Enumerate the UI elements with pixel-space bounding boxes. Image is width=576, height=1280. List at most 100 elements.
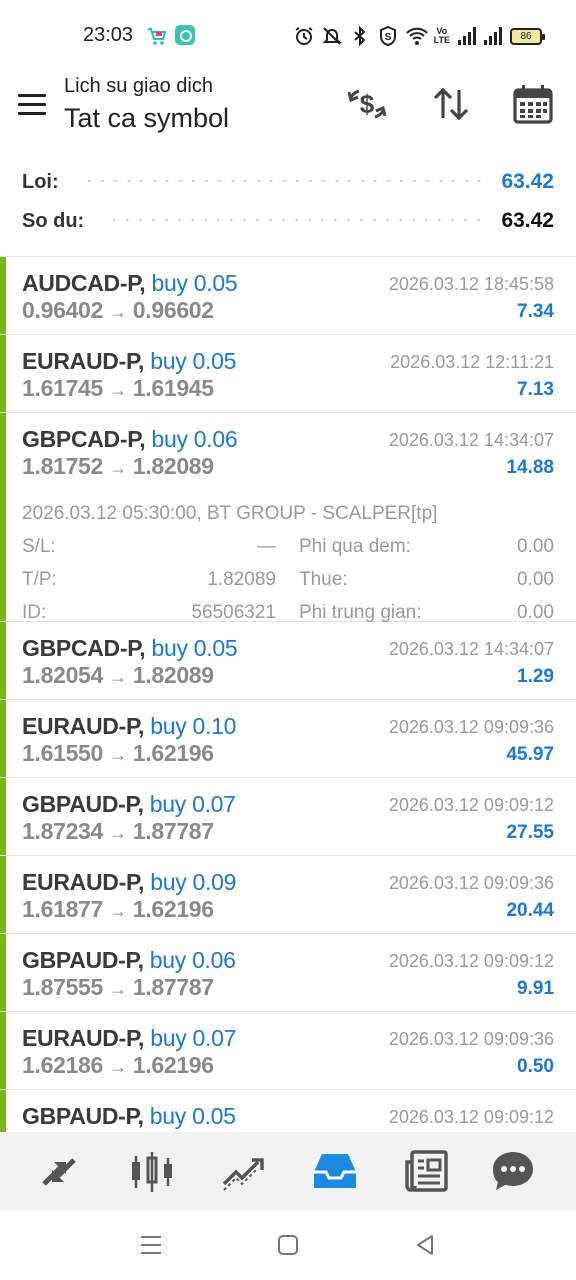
status-time: 23:03 bbox=[83, 24, 134, 46]
trade-close-price: 1.82089 bbox=[132, 662, 214, 688]
system-navigation-bar bbox=[0, 1210, 576, 1280]
trade-price-line: 1.61550 → 1.62196 bbox=[22, 740, 214, 767]
tax-label: Thue: bbox=[299, 569, 348, 590]
trade-arrows-icon[interactable] bbox=[34, 1146, 84, 1196]
trade-comment: 2026.03.12 05:30:00, BT GROUP - SCALPER[… bbox=[22, 503, 438, 524]
trade-profit: 20.44 bbox=[506, 900, 554, 921]
trade-open-price: 1.61745 bbox=[22, 375, 104, 401]
swap-value: 0.00 bbox=[517, 536, 554, 557]
trade-symbol-line: GBPAUD-P, buy 0.07 bbox=[22, 791, 236, 818]
trade-side-volume: buy 0.07 bbox=[150, 1025, 237, 1051]
trade-close-time: 2026.03.12 09:09:12 bbox=[388, 951, 554, 971]
id-value: 56506321 bbox=[191, 602, 276, 623]
trade-price-line: 0.96402 → 0.96602 bbox=[22, 297, 214, 324]
calendar-icon[interactable] bbox=[511, 82, 555, 126]
svg-text:S: S bbox=[384, 32, 391, 43]
trade-symbol-line: GBPAUD-P, buy 0.06 bbox=[22, 947, 236, 974]
trade-open-price: 1.82054 bbox=[22, 662, 104, 688]
trade-row[interactable]: GBPAUD-P, buy 0.07 2026.03.12 09:09:12 1… bbox=[0, 778, 576, 856]
arrow-right-icon: → bbox=[109, 667, 127, 687]
profit-label: Loi: bbox=[22, 170, 59, 193]
trade-row[interactable]: GBPCAD-P, buy 0.05 2026.03.12 14:34:07 1… bbox=[0, 622, 576, 700]
trade-close-price: 1.62196 bbox=[132, 1052, 214, 1078]
app-notification-icon bbox=[175, 25, 195, 45]
trade-row[interactable]: EURAUD-P, buy 0.09 2026.03.12 09:09:36 1… bbox=[0, 856, 576, 934]
volte-indicator: Vo LTE bbox=[433, 26, 450, 45]
history-inbox-icon[interactable] bbox=[310, 1146, 360, 1196]
signal-strength-2-icon bbox=[484, 27, 502, 45]
profit-indicator-bar bbox=[0, 257, 6, 334]
trade-side-volume: buy 0.07 bbox=[149, 791, 236, 817]
trade-profit: 9.91 bbox=[517, 978, 554, 999]
trade-symbol-line: EURAUD-P, buy 0.09 bbox=[22, 869, 236, 896]
hamburger-menu-icon[interactable] bbox=[16, 90, 48, 120]
profit-indicator-bar bbox=[0, 413, 6, 621]
trend-lines-icon[interactable] bbox=[218, 1146, 268, 1196]
trade-close-time: 2026.03.12 18:45:58 bbox=[388, 274, 554, 294]
trade-row[interactable]: GBPAUD-P, buy 0.05 2026.03.12 09:09:12 bbox=[0, 1090, 576, 1132]
trade-symbol: EURAUD-P, bbox=[22, 869, 145, 895]
candlestick-chart-icon[interactable] bbox=[127, 1146, 177, 1196]
trade-side-volume: buy 0.10 bbox=[150, 713, 237, 739]
trade-side-volume: buy 0.05 bbox=[149, 1103, 236, 1129]
trade-symbol: EURAUD-P, bbox=[22, 713, 145, 739]
sl-value: — bbox=[257, 536, 276, 557]
trade-row[interactable]: AUDCAD-P, buy 0.05 2026.03.12 18:45:58 0… bbox=[0, 257, 576, 335]
bottom-navigation bbox=[0, 1132, 576, 1210]
news-icon[interactable] bbox=[402, 1146, 452, 1196]
trade-row[interactable]: EURAUD-P, buy 0.05 2026.03.12 12:11:21 1… bbox=[0, 335, 576, 413]
trade-profit: 27.55 bbox=[506, 822, 554, 843]
wifi-icon bbox=[405, 26, 428, 46]
trade-price-line: 1.87234 → 1.87787 bbox=[22, 818, 214, 845]
trade-history-list[interactable]: AUDCAD-P, buy 0.05 2026.03.12 18:45:58 0… bbox=[0, 256, 576, 1132]
trade-close-time: 2026.03.12 09:09:36 bbox=[388, 1029, 554, 1049]
dollar-exchange-icon[interactable]: $ bbox=[345, 82, 389, 126]
trade-close-time: 2026.03.12 09:09:12 bbox=[388, 1107, 554, 1127]
detail-row-tp: T/P: 1.82089 Thue: 0.00 bbox=[22, 569, 554, 593]
profit-indicator-bar bbox=[0, 1012, 6, 1089]
trade-symbol: GBPCAD-P, bbox=[22, 426, 146, 452]
profit-indicator-bar bbox=[0, 335, 6, 412]
trade-close-price: 1.61945 bbox=[132, 375, 214, 401]
trade-open-price: 1.87555 bbox=[22, 974, 104, 1000]
arrow-right-icon: → bbox=[109, 901, 127, 921]
arrow-right-icon: → bbox=[109, 979, 127, 999]
trade-open-price: 1.62186 bbox=[22, 1052, 104, 1078]
trade-open-price: 1.61550 bbox=[22, 740, 104, 766]
sort-icon[interactable] bbox=[429, 82, 473, 126]
trade-row[interactable]: GBPCAD-P, buy 0.06 2026.03.12 14:34:07 1… bbox=[0, 413, 576, 623]
profit-indicator-bar bbox=[0, 700, 6, 777]
trade-row[interactable]: GBPAUD-P, buy 0.06 2026.03.12 09:09:12 1… bbox=[0, 934, 576, 1012]
trade-side-volume: buy 0.05 bbox=[151, 635, 238, 661]
trade-price-line: 1.87555 → 1.87787 bbox=[22, 974, 214, 1001]
trade-symbol-line: GBPCAD-P, buy 0.06 bbox=[22, 426, 238, 453]
trade-side-volume: buy 0.09 bbox=[150, 869, 237, 895]
trade-profit: 14.88 bbox=[506, 457, 554, 478]
trade-close-time: 2026.03.12 12:11:21 bbox=[390, 352, 554, 372]
recent-apps-icon[interactable] bbox=[138, 1232, 164, 1258]
status-bar: 23:03 S Vo LTE 86 bbox=[0, 0, 576, 70]
dotted-leader bbox=[82, 180, 488, 184]
home-icon[interactable] bbox=[275, 1232, 301, 1258]
mute-bell-icon bbox=[322, 26, 342, 46]
trade-close-time: 2026.03.12 09:09:36 bbox=[388, 717, 554, 737]
trade-row[interactable]: EURAUD-P, buy 0.07 2026.03.12 09:09:36 1… bbox=[0, 1012, 576, 1090]
trade-close-price: 1.82089 bbox=[132, 453, 214, 479]
arrow-right-icon: → bbox=[109, 380, 127, 400]
trade-symbol-line: EURAUD-P, buy 0.05 bbox=[22, 348, 236, 375]
trade-row[interactable]: EURAUD-P, buy 0.10 2026.03.12 09:09:36 1… bbox=[0, 700, 576, 778]
balance-value: 63.42 bbox=[501, 209, 554, 232]
trade-profit: 45.97 bbox=[506, 744, 554, 765]
back-icon[interactable] bbox=[412, 1232, 438, 1258]
profit-indicator-bar bbox=[0, 934, 6, 1011]
trade-close-price: 0.96602 bbox=[132, 297, 214, 323]
trade-profit: 0.50 bbox=[517, 1056, 554, 1077]
page-subtitle: Lich su giao dich bbox=[64, 75, 213, 97]
profit-value: 63.42 bbox=[501, 170, 554, 193]
chat-bubble-icon[interactable] bbox=[488, 1146, 538, 1196]
trade-close-time: 2026.03.12 09:09:12 bbox=[388, 795, 554, 815]
dotted-leader bbox=[108, 219, 488, 223]
tp-value: 1.82089 bbox=[207, 569, 276, 590]
page-title[interactable]: Tat ca symbol bbox=[64, 103, 229, 134]
status-icons: S Vo LTE 86 bbox=[294, 24, 545, 48]
